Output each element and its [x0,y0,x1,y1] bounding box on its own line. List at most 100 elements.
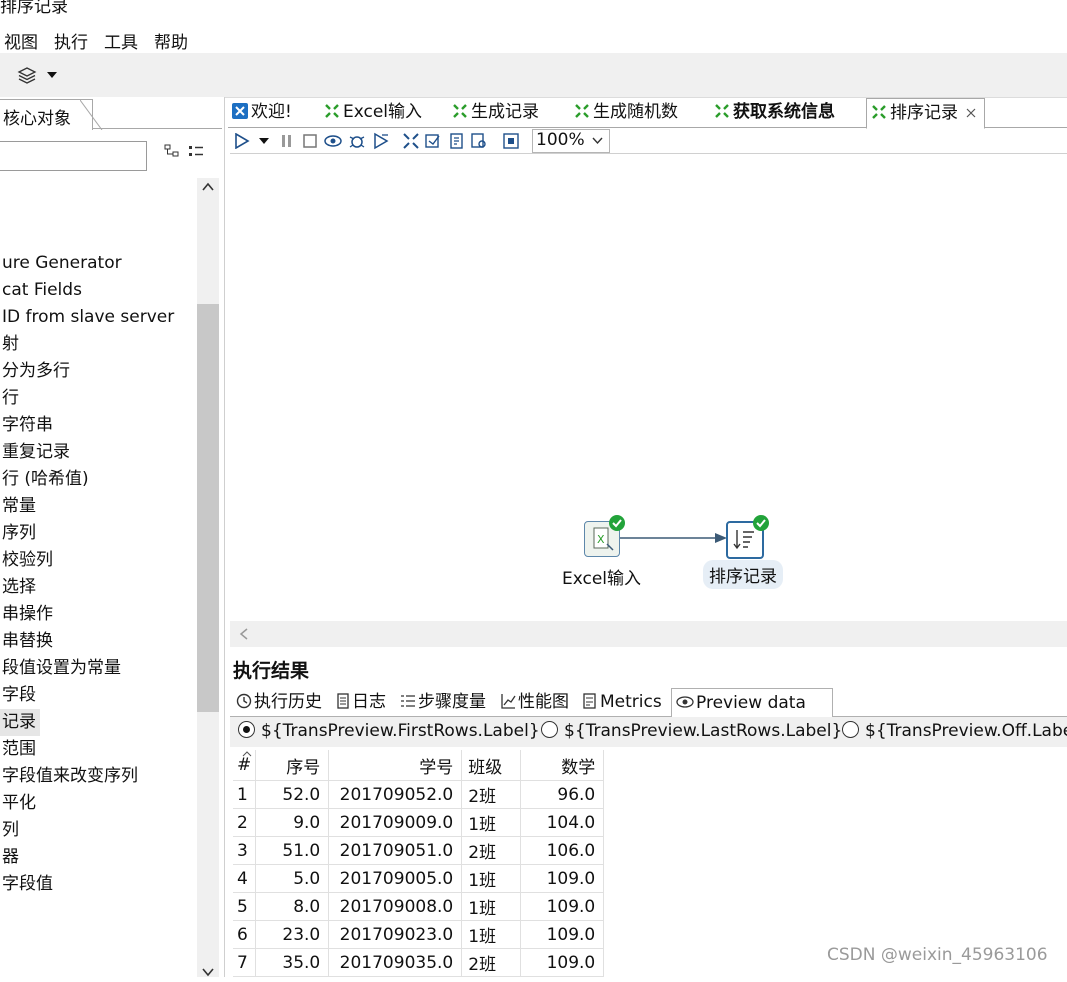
menu-run[interactable]: 执行 [54,28,88,53]
tab-perf-graph-label: 性能图 [518,692,569,712]
radio-button-checked[interactable] [238,721,255,738]
step-item[interactable]: cat Fields [2,277,82,304]
transformation-canvas[interactable]: X Excel输入 排序记录 [230,154,1067,620]
tab-welcome[interactable]: 欢迎! [232,98,292,127]
step-item[interactable]: 段值设置为常量 [2,655,121,682]
run-icon[interactable] [234,133,250,149]
step-item[interactable]: ure Generator [2,250,122,277]
hop-arrow[interactable] [617,532,729,544]
step-item[interactable]: 平化 [2,790,36,817]
step-item[interactable]: 序列 [2,520,36,547]
radio-button[interactable] [842,721,859,738]
table-row[interactable]: 6 23.0 201709023.0 1班 109.0 [233,920,605,949]
tab-exec-history-label: 执行历史 [254,692,322,712]
pause-icon[interactable] [280,133,294,149]
preview-mode-radio-group: ${TransPreview.FirstRows.Label} ${TransP… [230,717,1067,747]
scroll-down-button[interactable] [201,963,215,982]
step-item[interactable]: 校验列 [2,547,53,574]
layers-button[interactable] [16,65,60,89]
step-item[interactable]: 射 [2,331,19,358]
debug-icon[interactable] [348,132,366,150]
table-row[interactable]: 1 52.0 201709052.0 2班 96.0 [233,780,605,809]
chevron-up-icon [202,182,214,191]
impact-icon[interactable] [424,132,442,150]
column-header-seq[interactable]: 序号 [255,750,330,781]
step-item[interactable]: 行 (哈希值) [2,466,89,493]
column-header-student-id[interactable]: 学号 [328,750,463,781]
tab-exec-history[interactable]: 执行历史 [236,690,322,714]
close-icon[interactable] [966,108,976,118]
cell-seq: 35.0 [255,948,330,977]
step-item[interactable]: 器 [2,844,19,871]
tab-perf-graph[interactable]: 性能图 [500,690,569,714]
table-row[interactable]: 7 35.0 201709035.0 2班 109.0 [233,948,605,977]
table-row[interactable]: 2 9.0 201709009.0 1班 104.0 [233,808,605,837]
tab-log[interactable]: 日志 [336,690,386,714]
step-item[interactable]: 字段值 [2,871,53,898]
replay-icon[interactable] [372,132,390,150]
step-item[interactable]: 行 [2,385,19,412]
step-item[interactable]: 常量 [2,493,36,520]
step-list-scroll-thumb[interactable] [197,304,219,712]
scroll-up-button[interactable] [201,178,215,197]
menu-view[interactable]: 视图 [4,28,38,53]
step-label-excel-input: Excel输入 [562,569,642,589]
table-row[interactable]: 4 5.0 201709005.0 1班 109.0 [233,864,605,893]
chevron-down-icon [202,968,214,977]
tab-random-value[interactable]: 生成随机数 [574,98,678,127]
step-item[interactable]: 选择 [2,574,36,601]
step-item[interactable]: 分为多行 [2,358,70,385]
preview-icon[interactable] [324,133,342,149]
sql-icon[interactable] [448,132,466,150]
tab-step-metrics[interactable]: 步骤度量 [400,690,486,714]
fit-screen-icon[interactable] [502,132,520,150]
table-row[interactable]: 5 8.0 201709008.0 1班 109.0 [233,892,605,921]
watermark-text: CSDN @weixin_45963106 [827,945,1048,965]
explore-db-icon[interactable] [470,132,488,150]
zoom-select[interactable]: 100% [532,129,610,153]
column-header-math[interactable]: 数学 [520,750,605,781]
step-item[interactable]: 重复记录 [2,439,70,466]
step-item[interactable]: 串操作 [2,601,53,628]
tab-metrics[interactable]: Metrics [582,690,662,714]
collapse-all-button[interactable] [188,143,204,163]
radio-button[interactable] [541,721,558,738]
tree-collapse-icon [189,146,203,156]
table-row[interactable]: 3 51.0 201709051.0 2班 106.0 [233,836,605,865]
chevron-down-icon [592,137,603,145]
radio-first-rows-label: ${TransPreview.FirstRows.Label} [261,721,540,741]
step-item[interactable]: 范围 [2,736,36,763]
tab-generate-rows[interactable]: 生成记录 [452,98,539,127]
chevron-left-icon[interactable] [238,627,250,641]
chevron-down-icon[interactable] [258,137,270,145]
step-item[interactable]: 列 [2,817,19,844]
verify-icon[interactable] [402,132,420,150]
step-item[interactable]: 字段值来改变序列 [2,763,138,790]
step-item[interactable]: 字符串 [2,412,53,439]
tab-sort-rows[interactable]: 排序记录 [866,98,985,129]
stop-icon[interactable] [302,133,318,149]
cell-student-id: 201709023.0 [328,920,463,949]
cell-seq: 9.0 [255,808,330,837]
tab-system-info[interactable]: 获取系统信息 [714,98,835,127]
transformation-icon [872,105,886,119]
radio-first-rows[interactable]: ${TransPreview.FirstRows.Label} [238,721,540,741]
tab-random-value-label: 生成随机数 [593,102,678,122]
step-item[interactable]: 串替换 [2,628,53,655]
menu-tools[interactable]: 工具 [104,28,138,53]
radio-off[interactable]: ${TransPreview.Off.Labe [842,721,1067,741]
canvas-hscrollbar[interactable] [230,621,1067,647]
tab-core-objects[interactable]: 核心对象 [0,99,103,130]
step-search-input[interactable] [0,141,147,171]
column-header-class[interactable]: 班级 [461,750,522,781]
step-item-selected[interactable]: 记录 [0,709,40,736]
column-header-row-number[interactable]: # [233,750,257,781]
menu-help[interactable]: 帮助 [154,28,188,53]
expand-all-button[interactable] [164,143,180,163]
tree-expand-icon [164,144,179,157]
tab-preview-data[interactable]: Preview data [671,688,833,718]
step-item[interactable]: ID from slave server [2,304,174,331]
tab-excel-input[interactable]: Excel输入 [324,98,422,127]
step-item[interactable]: 字段 [2,682,36,709]
radio-last-rows[interactable]: ${TransPreview.LastRows.Label} [541,721,842,741]
